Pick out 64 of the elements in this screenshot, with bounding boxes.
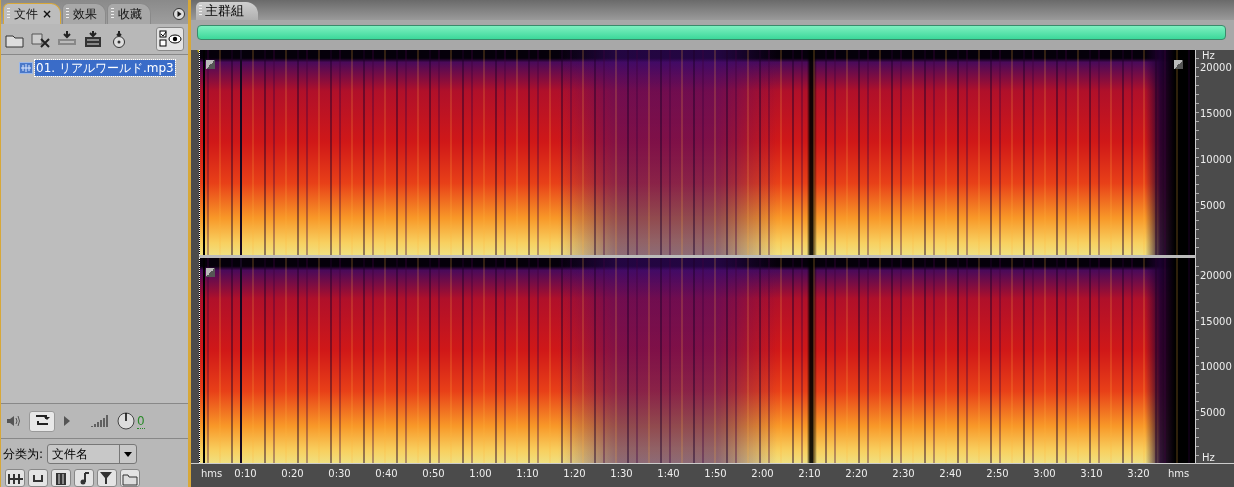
- axis-label: 5000: [1200, 200, 1226, 211]
- panel-tab[interactable]: 收藏: [107, 3, 152, 24]
- time-label: 1:20: [563, 468, 586, 479]
- time-label: 2:40: [939, 468, 962, 479]
- overview-scrollbar[interactable]: [197, 24, 1226, 40]
- film-icon[interactable]: [51, 469, 71, 487]
- eye-icon[interactable]: [156, 27, 184, 51]
- axis-label: 10000: [1200, 361, 1232, 373]
- time-label: 3:20: [1127, 468, 1150, 479]
- axis-label: 5000: [1200, 407, 1226, 419]
- zoom-handle-icon[interactable]: [1174, 60, 1183, 69]
- tab-label: 收藏: [118, 5, 143, 23]
- caret-icon: [124, 451, 133, 457]
- time-label: 0:30: [328, 468, 351, 479]
- grid-icon[interactable]: [5, 469, 25, 487]
- sort-dropdown[interactable]: 文件名: [47, 444, 138, 464]
- axis-label: 15000: [1200, 315, 1232, 327]
- axis-label: 20000: [1200, 62, 1232, 73]
- time-unit: hms: [201, 468, 222, 479]
- volume-bars-icon: [91, 414, 109, 428]
- export-icon[interactable]: [83, 30, 103, 48]
- note-icon[interactable]: [74, 469, 94, 487]
- axis-unit: Hz: [1202, 452, 1215, 463]
- loop-button[interactable]: [29, 410, 55, 432]
- insert-icon[interactable]: [57, 30, 77, 48]
- time-label: 3:10: [1080, 468, 1103, 479]
- tab-label: 效果: [73, 5, 98, 23]
- knob-icon[interactable]: [117, 412, 135, 430]
- axis-label: 10000: [1200, 154, 1232, 165]
- time-label: 2:00: [751, 468, 774, 479]
- zoom-handle-icon[interactable]: [206, 268, 215, 277]
- time-label: 1:40: [657, 468, 680, 479]
- speaker-icon[interactable]: [5, 414, 21, 428]
- time-label: 0:50: [422, 468, 445, 479]
- zoom-handle-icon[interactable]: [206, 60, 215, 69]
- play-icon[interactable]: [63, 415, 71, 427]
- time-unit: hms: [1168, 468, 1190, 479]
- time-label: 0:20: [281, 468, 304, 479]
- time-label: 2:10: [798, 468, 821, 479]
- close-file-icon[interactable]: [31, 30, 51, 48]
- panel-tab[interactable]: 效果: [62, 3, 107, 24]
- time-label: 3:00: [1033, 468, 1056, 479]
- close-icon[interactable]: ×: [42, 7, 53, 21]
- time-label: 2:50: [986, 468, 1009, 479]
- panel-tab[interactable]: 文件 ×: [3, 3, 62, 24]
- editor-tab[interactable]: 主群組: [196, 2, 258, 20]
- waveform-file-icon: [19, 61, 33, 74]
- volume-reading: 0: [137, 413, 145, 429]
- axis-label: 20000: [1200, 269, 1232, 281]
- time-label: 0:10: [234, 468, 257, 479]
- time-label: 1:00: [469, 468, 492, 479]
- time-label: 2:20: [845, 468, 868, 479]
- loop-icon: [34, 413, 50, 426]
- axis-label: 15000: [1200, 108, 1232, 119]
- time-label: 1:10: [516, 468, 539, 479]
- axis-unit: Hz: [1202, 50, 1215, 61]
- time-label: 1:50: [704, 468, 727, 479]
- tab-label: 文件: [14, 5, 38, 23]
- sort-label: 分类为:: [3, 445, 44, 463]
- time-label: 0:40: [375, 468, 398, 479]
- time-label: 2:30: [892, 468, 915, 479]
- time-label: 1:30: [610, 468, 633, 479]
- filter-icon[interactable]: [97, 469, 117, 487]
- panel-menu-icon[interactable]: [173, 8, 185, 20]
